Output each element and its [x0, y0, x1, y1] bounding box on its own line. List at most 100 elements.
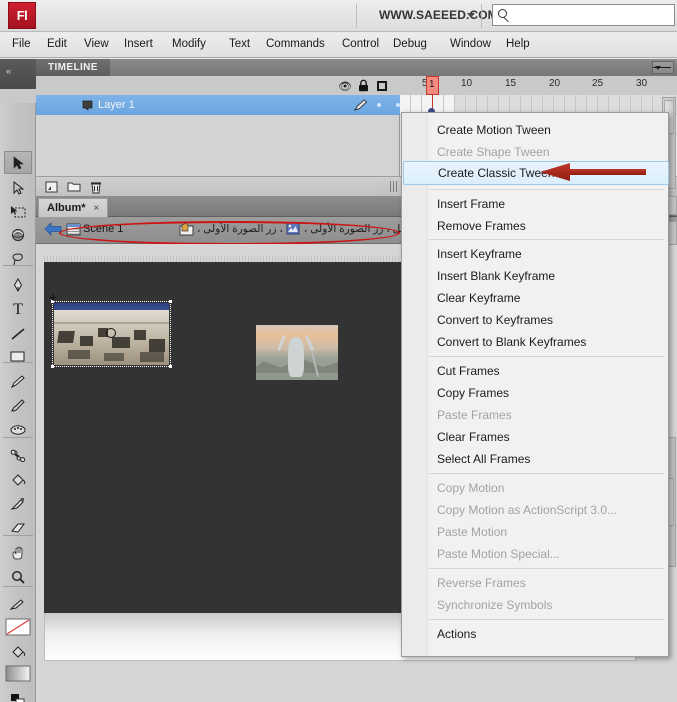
- delete-layer-icon[interactable]: [90, 181, 102, 197]
- menu-item-convert-to-blank-keyframes[interactable]: Convert to Blank Keyframes: [403, 331, 669, 353]
- timeline-layer-list: 👁 Layer 1: [36, 76, 424, 196]
- menu-item-clear-frames[interactable]: Clear Frames: [403, 426, 669, 448]
- menu-item-copy-motion: Copy Motion: [437, 481, 505, 495]
- timeline-layer-footer: [36, 176, 400, 196]
- appbar-divider-right: [481, 4, 482, 28]
- menu-text[interactable]: Text: [229, 38, 250, 50]
- lasso-tool[interactable]: [4, 248, 32, 271]
- bw-colors-tool[interactable]: [4, 688, 32, 702]
- menu-modify[interactable]: Modify: [172, 38, 206, 50]
- menu-item-insert-keyframe[interactable]: Insert Keyframe: [403, 243, 669, 265]
- menu-help[interactable]: Help: [506, 38, 530, 50]
- menu-item-copy-frames[interactable]: Copy Frames: [403, 382, 669, 404]
- menu-file[interactable]: File: [12, 38, 31, 50]
- new-layer-icon[interactable]: [45, 181, 58, 196]
- eye-icon[interactable]: 👁: [338, 80, 352, 93]
- pencil-tool[interactable]: [4, 370, 32, 393]
- layer-header-icons: 👁: [36, 76, 400, 95]
- stroke-color-tool[interactable]: [4, 593, 32, 616]
- menu-item-copy-motion-as-as3: Copy Motion as ActionScript 3.0...: [437, 503, 618, 517]
- outline-square-icon[interactable]: [377, 81, 387, 91]
- menu-item-insert-frame[interactable]: Insert Frame: [403, 193, 669, 215]
- menu-view[interactable]: View: [84, 38, 109, 50]
- flash-application-window: Fl WWW.SAEEED.COM File Edit View Insert …: [0, 0, 677, 702]
- search-input-wrapper[interactable]: [492, 4, 675, 26]
- menu-window[interactable]: Window: [450, 38, 491, 50]
- search-input[interactable]: [513, 7, 671, 23]
- red-pointer-arrow-icon: [540, 163, 646, 181]
- selection-tool[interactable]: [4, 151, 32, 174]
- timeline-ruler[interactable]: 5 10 15 20 25 30: [400, 76, 677, 95]
- timeline-context-menu[interactable]: Create Motion Tween Create Shape Tween C…: [401, 112, 669, 657]
- flash-logo-icon[interactable]: Fl: [8, 2, 36, 29]
- menu-insert[interactable]: Insert: [124, 38, 153, 50]
- menu-separator-6: [429, 619, 664, 620]
- paint-bucket-tool[interactable]: [4, 468, 32, 491]
- eyedropper-tool[interactable]: [4, 492, 32, 515]
- menu-separator-3: [429, 356, 664, 357]
- search-icon: [498, 9, 507, 18]
- menu-item-reverse-frames: Reverse Frames: [437, 576, 526, 590]
- menu-item-cut-frames[interactable]: Cut Frames: [403, 360, 669, 382]
- tools-panel: « T: [0, 59, 36, 702]
- menu-item-convert-to-keyframes[interactable]: Convert to Keyframes: [403, 309, 669, 331]
- workspace-brand-label[interactable]: WWW.SAEEED.COM: [379, 8, 498, 22]
- playhead-marker[interactable]: 1: [426, 76, 439, 95]
- hand-tool[interactable]: [4, 542, 32, 565]
- tools-panel-header: «: [0, 59, 36, 89]
- chevron-down-icon[interactable]: [467, 13, 475, 18]
- menu-item-actions[interactable]: Actions: [403, 623, 669, 645]
- document-tab-label: Album*: [47, 202, 86, 214]
- menu-item-remove-frames[interactable]: Remove Frames: [403, 215, 669, 237]
- brush-tool[interactable]: [4, 394, 32, 417]
- collapse-icon[interactable]: «: [6, 66, 11, 76]
- resize-grip-icon[interactable]: [390, 181, 399, 192]
- ruler-tick-20: 20: [549, 78, 561, 89]
- crosshair-registration-icon: +: [49, 289, 58, 305]
- new-folder-icon[interactable]: [67, 181, 81, 195]
- menu-debug[interactable]: Debug: [393, 38, 427, 50]
- tools-panel-strip: [0, 89, 36, 103]
- menu-separator-5: [429, 568, 664, 569]
- pen-tool[interactable]: [4, 274, 32, 297]
- ruler-tick-25: 25: [592, 78, 604, 89]
- figure-arm-left: [277, 335, 286, 351]
- layer-visibility-dot[interactable]: [377, 103, 381, 107]
- tab-timeline[interactable]: TIMELINE: [36, 59, 110, 76]
- lock-icon[interactable]: [358, 79, 369, 95]
- menu-commands[interactable]: Commands: [266, 38, 325, 50]
- fill-color-tool[interactable]: [3, 615, 33, 638]
- menu-item-select-all-frames[interactable]: Select All Frames: [403, 448, 669, 470]
- ruler-tick-15: 15: [505, 78, 517, 89]
- menu-item-paste-frames: Paste Frames: [437, 408, 512, 422]
- paint-bucket-fill-tool[interactable]: [4, 640, 32, 663]
- menu-item-paste-motion-special: Paste Motion Special...: [437, 547, 560, 561]
- ruler-tick-30: 30: [636, 78, 648, 89]
- menu-control[interactable]: Control: [342, 38, 379, 50]
- subselection-tool[interactable]: [4, 176, 32, 199]
- circle-cursor-icon: [106, 328, 116, 338]
- back-arrow-icon[interactable]: [44, 222, 62, 239]
- gradient-swatch-tool[interactable]: [3, 662, 33, 685]
- menu-item-insert-blank-keyframe[interactable]: Insert Blank Keyframe: [403, 265, 669, 287]
- menu-item-create-shape-tween: Create Shape Tween: [437, 145, 550, 159]
- tool-divider-4: [3, 535, 33, 536]
- text-tool[interactable]: T: [4, 298, 32, 321]
- ruler-tick-10: 10: [461, 78, 473, 89]
- panel-menu-icon[interactable]: [652, 61, 674, 74]
- menu-item-create-motion-tween[interactable]: Create Motion Tween: [403, 119, 669, 141]
- 3d-rotation-tool[interactable]: [4, 224, 32, 247]
- timeline-layer-row[interactable]: Layer 1: [36, 95, 424, 115]
- menu-edit[interactable]: Edit: [47, 38, 67, 50]
- document-tab-album[interactable]: Album* ×: [38, 198, 109, 217]
- layer-icon: [82, 100, 94, 114]
- free-transform-tool[interactable]: [4, 200, 32, 223]
- tool-divider-2: [3, 362, 33, 363]
- line-tool[interactable]: [4, 322, 32, 345]
- bone-tool[interactable]: [4, 444, 32, 467]
- figure-silhouette: [288, 337, 304, 377]
- rectangle-tool[interactable]: [4, 345, 32, 368]
- sunset-image[interactable]: [256, 325, 338, 380]
- menu-item-clear-keyframe[interactable]: Clear Keyframe: [403, 287, 669, 309]
- close-icon[interactable]: ×: [94, 203, 100, 214]
